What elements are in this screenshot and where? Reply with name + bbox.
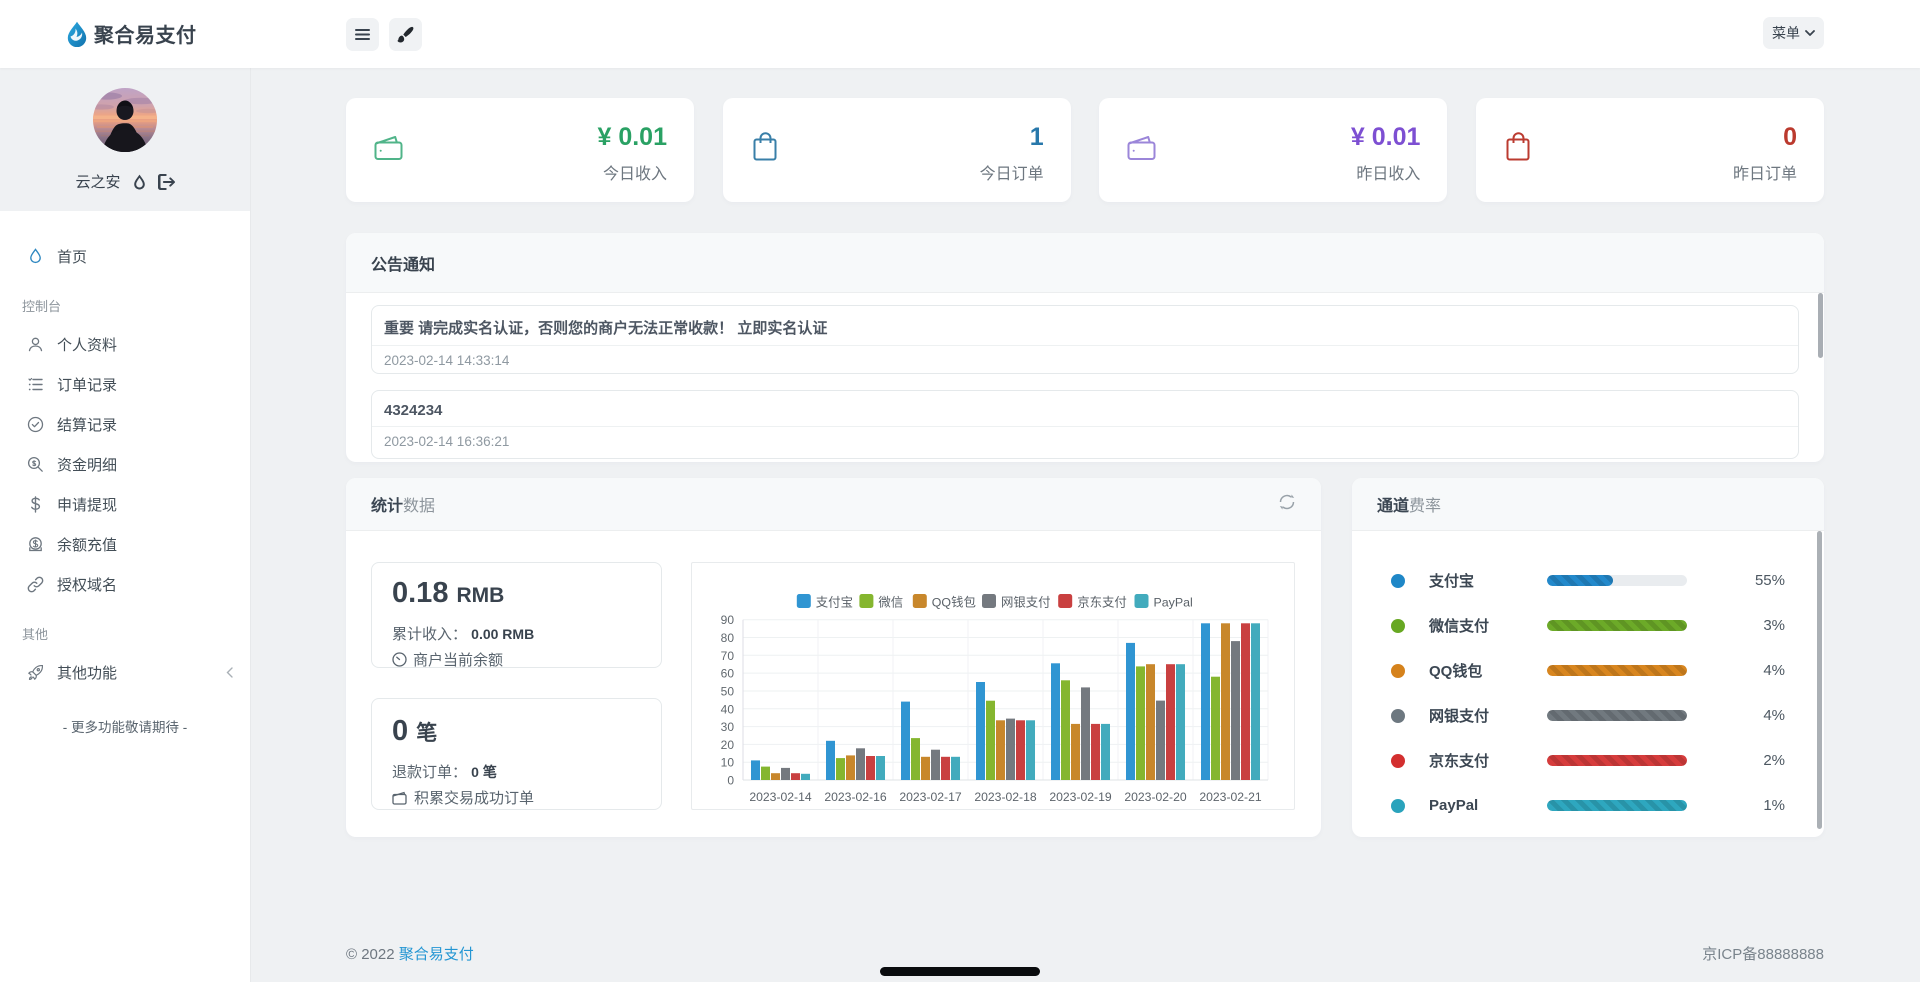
svg-text:30: 30 xyxy=(721,720,735,734)
svg-text:40: 40 xyxy=(721,702,735,716)
svg-text:2023-02-17: 2023-02-17 xyxy=(899,790,962,804)
svg-text:90: 90 xyxy=(721,613,735,627)
svg-text:0: 0 xyxy=(727,774,734,788)
svg-text:50: 50 xyxy=(721,684,735,698)
svg-text:10: 10 xyxy=(721,756,735,770)
svg-text:京东支付: 京东支付 xyxy=(1077,596,1127,610)
svg-text:支付宝: 支付宝 xyxy=(816,596,853,610)
svg-text:2023-02-14: 2023-02-14 xyxy=(749,790,812,804)
svg-text:20: 20 xyxy=(721,738,735,752)
svg-text:QQ钱包: QQ钱包 xyxy=(932,595,976,610)
svg-text:70: 70 xyxy=(721,649,735,663)
svg-text:2023-02-16: 2023-02-16 xyxy=(824,790,887,804)
svg-text:60: 60 xyxy=(721,667,735,681)
svg-text:2023-02-18: 2023-02-18 xyxy=(974,790,1037,804)
svg-text:PayPal: PayPal xyxy=(1154,596,1193,610)
svg-text:网银支付: 网银支付 xyxy=(1001,596,1051,610)
svg-text:80: 80 xyxy=(721,631,735,645)
svg-text:2023-02-20: 2023-02-20 xyxy=(1124,790,1187,804)
svg-text:2023-02-21: 2023-02-21 xyxy=(1199,790,1262,804)
svg-text:2023-02-19: 2023-02-19 xyxy=(1049,790,1112,804)
svg-text:微信: 微信 xyxy=(878,596,903,610)
